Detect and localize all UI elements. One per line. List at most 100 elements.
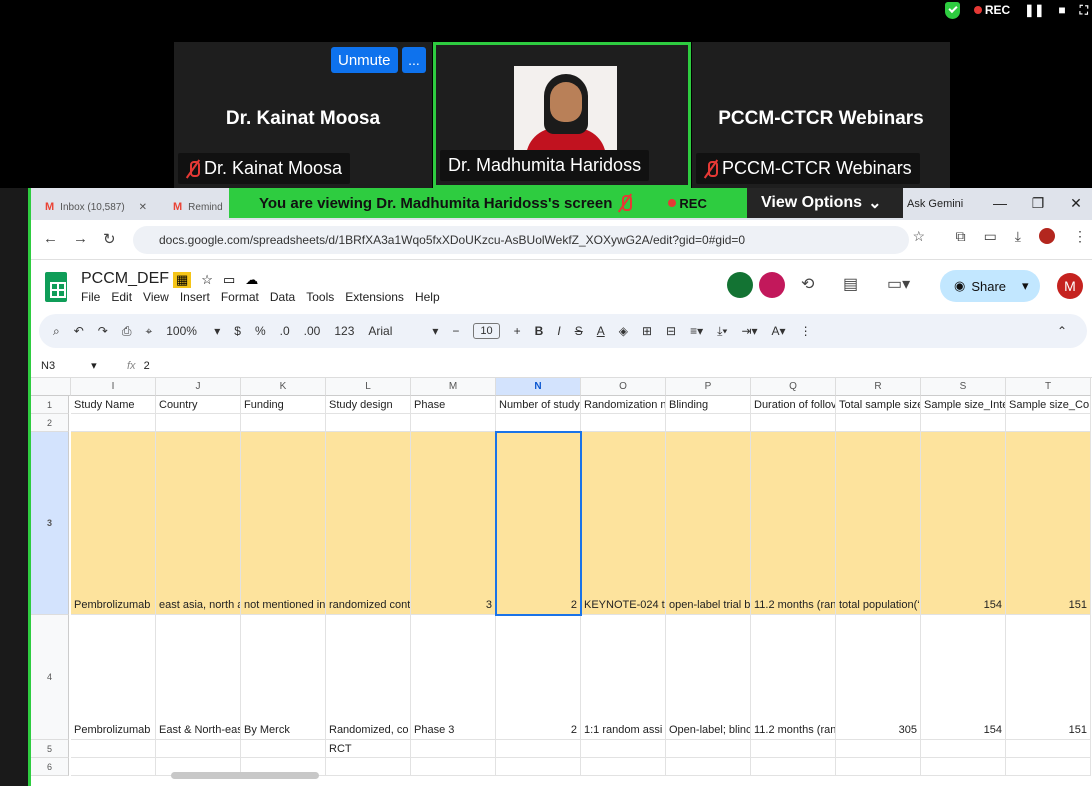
ask-gemini-button[interactable]: Ask Gemini — [903, 194, 971, 214]
reload-icon[interactable]: ↻ — [103, 230, 116, 248]
table-cell[interactable] — [836, 758, 921, 776]
table-cell[interactable] — [411, 740, 496, 758]
table-cell[interactable]: 154 — [921, 615, 1006, 740]
table-cell[interactable] — [326, 414, 411, 432]
table-cell[interactable]: RCT — [326, 740, 411, 758]
share-button[interactable]: ◉ Share ▾ — [940, 270, 1040, 302]
table-cell[interactable]: randomized cont — [326, 432, 411, 615]
table-cell[interactable] — [581, 414, 666, 432]
percent-button[interactable]: % — [255, 324, 266, 338]
table-cell[interactable]: KEYNOTE-024 t — [581, 432, 666, 615]
table-cell[interactable]: 2 — [496, 615, 581, 740]
table-cell[interactable] — [666, 740, 751, 758]
table-cell[interactable] — [156, 414, 241, 432]
fullscreen-icon[interactable]: ⛶ — [1080, 3, 1088, 18]
table-cell[interactable] — [496, 740, 581, 758]
paint-format-icon[interactable]: ⌖ — [145, 324, 152, 339]
table-cell[interactable]: 305 — [836, 615, 921, 740]
pause-icon[interactable]: ❚❚ — [1024, 3, 1044, 17]
print-icon[interactable]: ⎙ — [122, 324, 132, 339]
table-cell[interactable]: Country — [156, 396, 241, 414]
table-cell[interactable] — [1006, 740, 1091, 758]
vertical-align-icon[interactable]: ⤓▾ — [717, 324, 727, 339]
table-cell[interactable] — [241, 740, 326, 758]
collapse-icon[interactable]: ⌃ — [1057, 324, 1067, 338]
table-cell[interactable] — [411, 414, 496, 432]
table-cell[interactable]: 3 — [411, 432, 496, 615]
collaborator-avatar[interactable] — [727, 272, 753, 298]
row-header[interactable]: 2 — [31, 414, 69, 432]
column-header[interactable]: P — [666, 378, 751, 396]
participant-tile-active[interactable]: Dr. Madhumita Haridoss — [433, 42, 691, 188]
table-cell[interactable]: 11.2 months (ran — [751, 615, 836, 740]
table-cell[interactable]: Open-label; blinc — [666, 615, 751, 740]
formula-input[interactable]: 2 — [144, 360, 150, 372]
menu-data[interactable]: Data — [270, 290, 295, 304]
table-cell[interactable] — [836, 740, 921, 758]
chevron-down-icon[interactable]: ▾ — [1022, 278, 1029, 294]
column-header[interactable]: S — [921, 378, 1006, 396]
participant-tile[interactable]: PCCM-CTCR Webinars PCCM-CTCR Webinars — [692, 42, 950, 188]
menu-tools[interactable]: Tools — [306, 290, 334, 304]
merge-cells-icon[interactable]: ⊟ — [666, 324, 676, 338]
horizontal-scrollbar[interactable] — [171, 772, 319, 779]
increase-decimal-button[interactable]: .00 — [304, 324, 321, 338]
table-cell[interactable]: Study design — [326, 396, 411, 414]
table-cell[interactable]: Pembrolizumab Non–Small-Cell — [71, 432, 156, 615]
table-cell[interactable]: total population(‘ — [836, 432, 921, 615]
table-cell[interactable]: 151 — [1006, 432, 1091, 615]
table-cell[interactable]: Total sample size — [836, 396, 921, 414]
table-cell[interactable]: Randomization n — [581, 396, 666, 414]
table-cell[interactable]: Number of study — [496, 396, 581, 414]
row-header[interactable]: 4 — [31, 615, 69, 740]
close-window-icon[interactable]: ✕ — [1057, 195, 1092, 212]
select-all-corner[interactable] — [31, 378, 71, 396]
menu-view[interactable]: View — [143, 290, 169, 304]
stop-icon[interactable]: ■ — [1058, 3, 1065, 17]
table-cell[interactable] — [496, 414, 581, 432]
table-cell[interactable]: Blinding — [666, 396, 751, 414]
document-title[interactable]: PCCM_DEF — [81, 270, 169, 288]
search-icon[interactable]: ⌕ — [53, 324, 60, 339]
column-header[interactable]: I — [71, 378, 156, 396]
more-tools-icon[interactable]: ⋮ — [800, 324, 812, 338]
row-header[interactable]: 1 — [31, 396, 69, 414]
column-header[interactable]: O — [581, 378, 666, 396]
table-cell[interactable]: East & North-eas — [156, 615, 241, 740]
font-size-decrease[interactable]: − — [452, 324, 459, 338]
table-cell[interactable]: east asia, north a — [156, 432, 241, 615]
star-icon[interactable]: ☆ — [912, 228, 925, 245]
strikethrough-icon[interactable]: S — [575, 324, 583, 338]
column-header[interactable]: L — [326, 378, 411, 396]
table-cell[interactable]: Phase — [411, 396, 496, 414]
redo-icon[interactable]: ↷ — [98, 324, 108, 338]
table-cell[interactable]: By Merck — [241, 615, 326, 740]
table-cell[interactable] — [751, 414, 836, 432]
back-icon[interactable]: ← — [43, 230, 58, 247]
menu-format[interactable]: Format — [221, 290, 259, 304]
row-header[interactable]: 6 — [31, 758, 69, 776]
view-options-button[interactable]: View Options ⌄ — [747, 188, 903, 218]
extensions-icon[interactable]: ⧉ — [956, 228, 966, 245]
table-cell[interactable]: Phase 3 — [411, 615, 496, 740]
browser-tab[interactable]: M Inbox (10,587) ✕ — [35, 194, 161, 220]
table-cell[interactable] — [1006, 414, 1091, 432]
column-header[interactable]: M — [411, 378, 496, 396]
column-header[interactable]: K — [241, 378, 326, 396]
menu-extensions[interactable]: Extensions — [345, 290, 404, 304]
table-cell[interactable]: Sample size_Co — [1006, 396, 1091, 414]
menu-edit[interactable]: Edit — [111, 290, 132, 304]
table-cell[interactable]: Funding — [241, 396, 326, 414]
table-cell[interactable]: 151 — [1006, 615, 1091, 740]
table-cell[interactable]: Randomized, co — [326, 615, 411, 740]
table-cell[interactable] — [1006, 758, 1091, 776]
currency-button[interactable]: $ — [234, 324, 241, 338]
table-cell[interactable] — [581, 740, 666, 758]
italic-icon[interactable]: I — [557, 324, 560, 338]
table-cell[interactable] — [666, 414, 751, 432]
account-avatar[interactable]: M — [1057, 273, 1083, 299]
browser-tab[interactable]: M Remind — [163, 194, 233, 220]
column-header[interactable]: R — [836, 378, 921, 396]
borders-icon[interactable]: ⊞ — [642, 324, 652, 338]
table-cell[interactable] — [241, 414, 326, 432]
